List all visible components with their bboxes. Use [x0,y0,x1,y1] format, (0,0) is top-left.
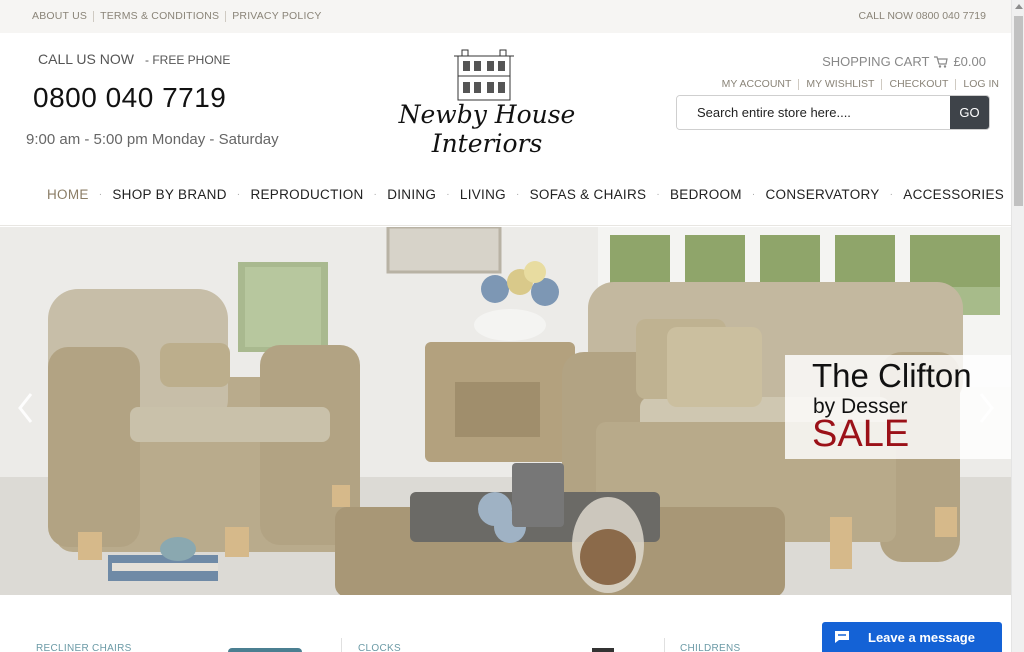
slide-title: The Clifton [812,357,972,394]
privacy-link[interactable]: PRIVACY POLICY [232,10,321,22]
cart-icon [934,55,949,68]
top-call-now: CALL NOW 0800 040 7719 [858,10,986,22]
search-bar: GO [676,95,990,130]
top-links: ABOUT US TERMS & CONDITIONS PRIVACY POLI… [32,10,322,22]
free-phone-label: - FREE PHONE [145,53,231,67]
nav-separator: · [656,189,660,200]
hero-slider[interactable]: The Clifton by Desser SALE [0,227,1011,595]
nav-sofas-chairs[interactable]: SOFAS & CHAIRS [530,187,647,202]
opening-hours: 9:00 am - 5:00 pm Monday - Saturday [26,131,279,148]
category-recliner-chairs[interactable]: RECLINER CHAIRS [36,643,132,652]
divider [798,78,800,90]
clock-thumbnail[interactable] [592,648,614,652]
nav-conservatory[interactable]: CONSERVATORY [765,187,879,202]
nav-divider [0,225,1011,226]
logo-text: Newby House Interiors [398,100,576,158]
divider [955,78,957,90]
search-go-button[interactable]: GO [950,96,989,129]
nav-separator: · [236,189,241,200]
phone-number[interactable]: 0800 040 7719 [33,82,226,114]
house-icon [454,49,514,101]
cart-label: SHOPPING CART [822,54,930,69]
nav-separator: · [98,189,103,200]
chat-bubble-icon [835,631,849,643]
nav-separator: · [751,189,756,200]
top-utility-bar: ABOUT US TERMS & CONDITIONS PRIVACY POLI… [0,0,1011,33]
nav-shop-by-brand[interactable]: SHOP BY BRAND [112,187,226,202]
divider [225,10,227,22]
checkout-link[interactable]: CHECKOUT [889,78,948,90]
leave-message-label: Leave a message [868,629,975,645]
chevron-right-icon[interactable] [976,391,996,425]
shopping-cart[interactable]: SHOPPING CART £0.00 [822,54,986,69]
nav-separator: · [889,189,894,200]
nav-dining[interactable]: DINING [387,187,436,202]
nav-accessories[interactable]: ACCESSORIES [903,187,1004,202]
leave-message-widget[interactable]: Leave a message [822,622,1002,652]
category-childrens[interactable]: CHILDRENS [680,643,741,652]
divider [664,638,665,652]
nav-reproduction[interactable]: REPRODUCTION [250,187,363,202]
cart-total: £0.00 [953,54,986,69]
nav-separator: · [515,189,520,200]
my-account-link[interactable]: MY ACCOUNT [722,78,792,90]
scroll-up-arrow-icon[interactable] [1015,4,1023,9]
nav-living[interactable]: LIVING [460,187,506,202]
scroll-thumb[interactable] [1014,16,1023,206]
nav-bedroom[interactable]: BEDROOM [670,187,742,202]
about-us-link[interactable]: ABOUT US [32,10,87,22]
nav-separator: · [373,189,378,200]
my-wishlist-link[interactable]: MY WISHLIST [806,78,874,90]
site-logo[interactable]: Newby House Interiors [346,48,628,158]
slide-sale-label: SALE [812,413,910,455]
main-navigation: HOME · SHOP BY BRAND · REPRODUCTION · DI… [47,187,1004,202]
account-links: MY ACCOUNT MY WISHLIST CHECKOUT LOG IN [722,78,999,90]
category-clocks[interactable]: CLOCKS [358,643,401,652]
recliner-thumbnail[interactable] [228,648,302,652]
divider [341,638,342,652]
search-input[interactable] [677,96,950,129]
divider [93,10,95,22]
page-scrollbar[interactable] [1011,0,1024,652]
login-link[interactable]: LOG IN [963,78,999,90]
call-us-label: CALL US NOW [38,51,134,67]
nav-separator: · [446,189,450,200]
terms-link[interactable]: TERMS & CONDITIONS [100,10,219,22]
divider [881,78,883,90]
chevron-left-icon[interactable] [16,391,36,425]
nav-home[interactable]: HOME [47,187,89,202]
